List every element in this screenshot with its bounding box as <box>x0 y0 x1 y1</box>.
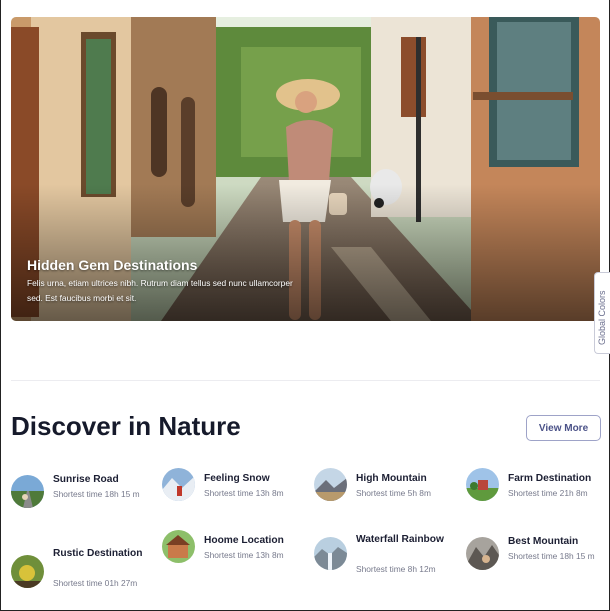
destination-name: Rustic Destination <box>53 548 143 559</box>
snow-thumbnail-icon <box>162 468 195 501</box>
destination-name: Farm Destination <box>508 473 592 484</box>
hero-title: Hidden Gem Destinations <box>27 257 198 273</box>
destination-name: Best Mountain <box>508 536 579 547</box>
farm-thumbnail-icon <box>466 468 499 501</box>
destination-time: Shortest time 13h 8m <box>204 488 284 498</box>
destination-name: Hoome Location <box>204 535 284 546</box>
mountain-thumbnail-icon <box>314 468 347 501</box>
destination-time: Shortest time 21h 8m <box>508 488 588 498</box>
view-more-button[interactable]: View More <box>526 415 601 441</box>
rustic-thumbnail-icon <box>11 555 44 588</box>
destination-name: High Mountain <box>356 473 427 484</box>
section-divider <box>11 380 600 381</box>
destination-time: Shortest time 13h 8m <box>204 550 284 560</box>
destination-time: Shortest time 5h 8m <box>356 488 431 498</box>
global-colors-label: Global Colors <box>597 290 607 345</box>
destination-time: Shortest time 18h 15 m <box>508 551 595 561</box>
waterfall-thumbnail-icon <box>314 537 347 570</box>
destination-time: Shortest time 8h 12m <box>356 564 436 574</box>
hero-description: Felis urna, etiam ultrices nibh. Rutrum … <box>27 278 293 303</box>
destination-time: Shortest time 18h 15 m <box>53 489 140 499</box>
road-thumbnail-icon <box>11 475 44 508</box>
destination-name: Waterfall Rainbow <box>356 534 444 545</box>
destination-time: Shortest time 01h 27m <box>53 578 138 588</box>
section-title: Discover in Nature <box>11 411 241 441</box>
hero-card[interactable]: Hidden Gem Destinations Felis urna, etia… <box>11 17 600 321</box>
global-colors-tab[interactable]: Global Colors <box>594 272 610 354</box>
peak-thumbnail-icon <box>466 537 499 570</box>
home-thumbnail-icon <box>162 530 195 563</box>
destination-name: Sunrise Road <box>53 474 119 485</box>
destination-name: Feeling Snow <box>204 473 270 484</box>
